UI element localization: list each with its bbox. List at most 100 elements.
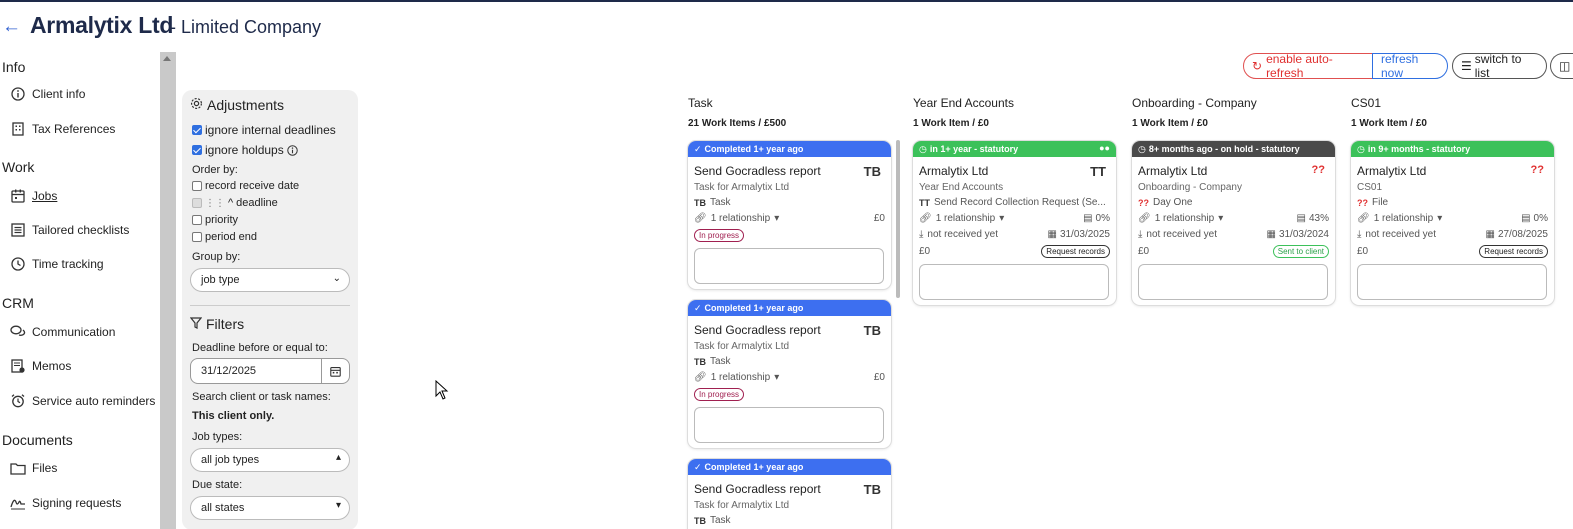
assignee-initials: ??: [1311, 164, 1325, 176]
card-status-bar: ✓ Completed 1+ year ago: [688, 141, 891, 157]
assignee-initials: TB: [863, 482, 881, 497]
job-card[interactable]: ◷ 8+ months ago - on hold - statutory Arm…: [1132, 141, 1335, 305]
card-status-bar: ◷ in 1+ year - statutory ●●: [913, 141, 1116, 157]
column-title-onboarding: Onboarding - Company: [1132, 96, 1257, 110]
divider: [190, 305, 350, 306]
status-badge: In progress: [694, 388, 745, 401]
job-card[interactable]: ✓ Completed 1+ year ago Send Gocradless r…: [688, 300, 891, 448]
check-icon: ✓: [694, 143, 702, 154]
filters-title: Filters: [206, 316, 245, 332]
deadline-date-input[interactable]: 31/12/2025: [190, 358, 350, 384]
note-box[interactable]: [694, 248, 884, 284]
back-arrow-icon[interactable]: ←: [2, 16, 21, 38]
checklist-icon: ▤: [1521, 213, 1531, 224]
task-line: ?? File: [1357, 197, 1389, 208]
layout-icon: ◫: [1559, 59, 1571, 73]
checkbox[interactable]: [192, 215, 202, 225]
sidebar-item-service-auto-reminders[interactable]: Service auto reminders: [10, 393, 155, 409]
relationship-dropdown[interactable]: 🔗︎ 1 relationship ▾: [1357, 213, 1442, 224]
button-label: switch to list: [1474, 52, 1522, 80]
column-title-cs01: CS01: [1351, 96, 1382, 110]
section-work: Work: [2, 159, 35, 175]
sidebar-item-tailored-checklists[interactable]: Tailored checklists: [10, 222, 129, 238]
column-title-task: Task: [688, 96, 713, 110]
task-column-scrollbar[interactable]: [896, 140, 900, 298]
note-box[interactable]: [919, 264, 1109, 300]
page-subtitle: - Limited Company: [170, 17, 322, 37]
card-subtitle: Task for Armalytix Ltd: [694, 500, 790, 511]
folder-icon: [10, 460, 26, 476]
layout-toggle-button[interactable]: ◫: [1550, 53, 1573, 79]
deadline-date: ▦ 31/03/2025: [1047, 229, 1110, 240]
sidebar-item-communication[interactable]: Communication: [10, 324, 115, 340]
sidebar-item-label: Communication: [32, 325, 116, 339]
select-value: job type: [201, 274, 240, 286]
relationship-dropdown[interactable]: 🔗︎ 1 relationship ▾: [1138, 213, 1223, 224]
checkbox-checked[interactable]: [192, 145, 202, 155]
due-state-select[interactable]: all states ▾: [190, 496, 350, 520]
note-box[interactable]: [1138, 264, 1328, 300]
scroll-up-arrow-icon[interactable]: [163, 56, 171, 61]
checkbox[interactable]: [192, 181, 202, 191]
sidebar-item-jobs[interactable]: Jobs: [10, 188, 57, 204]
order-record-receive-date[interactable]: record receive date: [192, 180, 299, 192]
download-icon: ⤓: [1138, 229, 1143, 240]
job-card[interactable]: ◷ in 1+ year - statutory ●● Armalytix Ltd …: [913, 141, 1116, 305]
note-box[interactable]: [694, 407, 884, 443]
ignore-internal-deadlines-checkbox[interactable]: ignore internal deadlines: [192, 123, 336, 137]
sidebar-item-label: Client info: [32, 87, 86, 101]
sort-asc-icon[interactable]: ^: [228, 197, 233, 209]
status-badge: Request records: [1479, 245, 1548, 258]
building-icon: [10, 121, 26, 137]
drag-handle-icon[interactable]: ⋮⋮: [205, 198, 225, 209]
checkbox-checked[interactable]: [192, 125, 202, 135]
task-line: TB Task: [694, 197, 731, 208]
refresh-now-button[interactable]: refresh now: [1372, 52, 1448, 80]
link-icon: 🔗︎: [694, 372, 707, 383]
group-by-select[interactable]: job type ⌄: [190, 268, 350, 292]
sidebar-scrollbar[interactable]: [160, 52, 176, 529]
sidebar-item-label: Memos: [32, 359, 72, 373]
job-types-select[interactable]: all job types ▴: [190, 448, 350, 472]
job-card[interactable]: ✓ Completed 1+ year ago Send Gocradless r…: [688, 459, 891, 529]
sidebar-item-client-info[interactable]: Client info: [10, 86, 85, 102]
job-card[interactable]: ✓ Completed 1+ year ago Send Gocradless r…: [688, 141, 891, 289]
checkbox-label: priority: [205, 214, 239, 226]
switch-to-list-button[interactable]: ☰ switch to list: [1452, 52, 1547, 80]
calendar-icon: ▦: [1485, 229, 1495, 240]
order-priority[interactable]: priority: [192, 214, 238, 226]
relationship-dropdown[interactable]: 🔗︎ 1 relationship ▾: [694, 372, 779, 383]
list-icon: ☰: [1461, 59, 1472, 73]
relationship-dropdown[interactable]: 🔗︎ 1 relationship ▾: [694, 213, 779, 224]
page-title: Armalytix Ltd: [30, 12, 174, 38]
sidebar-item-label: Tax References: [32, 122, 116, 136]
checkbox[interactable]: [192, 232, 202, 242]
sidebar-item-time-tracking[interactable]: Time tracking: [10, 256, 104, 272]
ignore-holdups-checkbox[interactable]: ignore holdups: [192, 143, 298, 157]
sidebar-item-files[interactable]: Files: [10, 460, 57, 476]
toggle-icon[interactable]: ●●: [1099, 143, 1110, 153]
sidebar-item-memos[interactable]: Memos: [10, 358, 71, 374]
card-name: Send Gocradless report: [694, 323, 821, 337]
calendar-button[interactable]: [321, 359, 349, 383]
section-documents: Documents: [2, 432, 73, 448]
info-icon[interactable]: [287, 144, 298, 156]
sidebar-item-signing-requests[interactable]: Signing requests: [10, 495, 121, 511]
job-card[interactable]: ◷ in 9+ months - statutory Armalytix Ltd …: [1351, 141, 1554, 305]
select-value: all job types: [201, 454, 260, 466]
task-line: TT Send Record Collection Request (Se...: [919, 197, 1106, 208]
check-icon: ✓: [694, 461, 702, 472]
caret-up-icon: ▴: [335, 452, 341, 463]
relationship-dropdown[interactable]: 🔗︎ 1 relationship ▾: [919, 213, 1004, 224]
note-box[interactable]: [1357, 264, 1547, 300]
sidebar-item-tax-references[interactable]: Tax References: [10, 121, 115, 137]
sidebar-item-label: Time tracking: [32, 257, 104, 271]
sidebar-item-label: Signing requests: [32, 496, 122, 510]
order-period-end[interactable]: period end: [192, 231, 257, 243]
order-deadline[interactable]: ⋮⋮ ^ deadline: [192, 197, 278, 209]
adjustments-panel: Adjustments ignore internal deadlines ig…: [182, 90, 358, 529]
enable-auto-refresh-button[interactable]: ↻ enable auto-refresh: [1243, 52, 1373, 80]
caret-down-icon: ▾: [335, 500, 341, 511]
progress-percent: ▤ 0%: [1083, 213, 1110, 224]
section-crm: CRM: [2, 295, 34, 311]
